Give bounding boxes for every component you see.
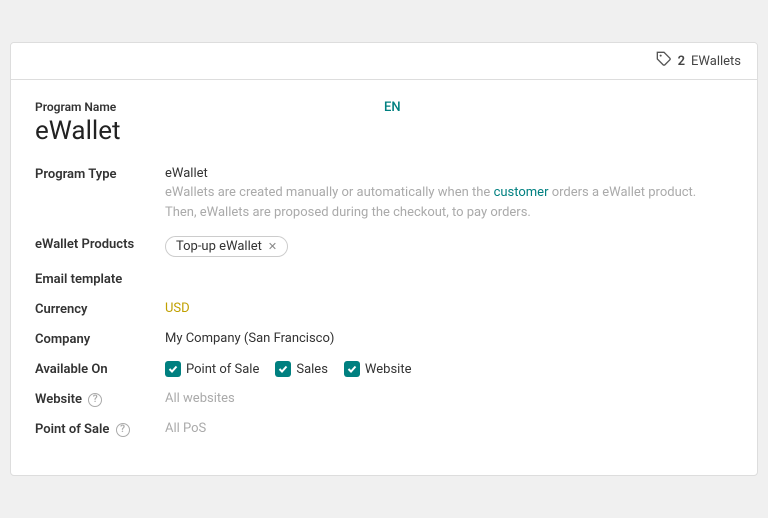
point-of-sale-row: Point of Sale ? All PoS [35, 421, 733, 437]
checkbox-point-of-sale[interactable]: Point of Sale [165, 361, 259, 377]
currency-label: Currency [35, 301, 165, 317]
checkbox-sales-icon [275, 361, 291, 377]
program-title: eWallet [35, 116, 733, 146]
product-chip-remove[interactable]: ✕ [268, 240, 277, 253]
currency-value[interactable]: USD [165, 301, 733, 316]
badge-label: EWallets [691, 54, 741, 69]
checkbox-website[interactable]: Website [344, 361, 412, 377]
content-area: EN Program Name eWallet Program Type eWa… [11, 80, 757, 475]
available-on-value: Point of Sale Sales [165, 361, 733, 377]
program-type-value: eWallet eWallets are created manually or… [165, 166, 733, 222]
website-help-icon[interactable]: ? [88, 393, 102, 407]
company-row: Company My Company (San Francisco) [35, 331, 733, 347]
website-label: Website ? [35, 391, 165, 407]
currency-row: Currency USD [35, 301, 733, 317]
website-row: Website ? All websites [35, 391, 733, 407]
checkbox-pos-label: Point of Sale [186, 362, 259, 377]
ewallet-products-value: Top-up eWallet ✕ [165, 236, 733, 257]
badge-count: 2 [678, 54, 685, 69]
available-on-label: Available On [35, 361, 165, 377]
ewallet-badge[interactable]: 2 EWallets [656, 51, 741, 71]
checkbox-website-label: Website [365, 362, 412, 377]
checkbox-sales-label: Sales [296, 362, 328, 377]
pos-help-icon[interactable]: ? [116, 423, 130, 437]
top-bar: 2 EWallets [11, 43, 757, 80]
product-chip-label: Top-up eWallet [176, 239, 262, 254]
checkbox-sales[interactable]: Sales [275, 361, 328, 377]
website-value: All websites [165, 391, 733, 406]
customer-link[interactable]: customer [494, 185, 549, 200]
checkbox-pos-icon [165, 361, 181, 377]
product-chip[interactable]: Top-up eWallet ✕ [165, 236, 288, 257]
ewallet-products-row: eWallet Products Top-up eWallet ✕ [35, 236, 733, 257]
email-template-label: Email template [35, 271, 165, 287]
point-of-sale-value: All PoS [165, 421, 733, 436]
company-value: My Company (San Francisco) [165, 331, 733, 346]
main-card: 2 EWallets EN Program Name eWallet Progr… [10, 42, 758, 476]
program-type-row: Program Type eWallet eWallets are create… [35, 166, 733, 222]
lang-badge[interactable]: EN [384, 100, 401, 115]
program-type-label: Program Type [35, 166, 165, 182]
checkbox-website-icon [344, 361, 360, 377]
program-type-text: eWallet [165, 166, 733, 181]
point-of-sale-label: Point of Sale ? [35, 421, 165, 437]
tag-icon [656, 51, 672, 71]
available-on-row: Available On Point of Sale [35, 361, 733, 377]
company-label: Company [35, 331, 165, 347]
ewallet-products-label: eWallet Products [35, 236, 165, 252]
program-type-description: eWallets are created manually or automat… [165, 183, 733, 222]
available-on-items: Point of Sale Sales [165, 361, 733, 377]
email-template-row: Email template [35, 271, 733, 287]
